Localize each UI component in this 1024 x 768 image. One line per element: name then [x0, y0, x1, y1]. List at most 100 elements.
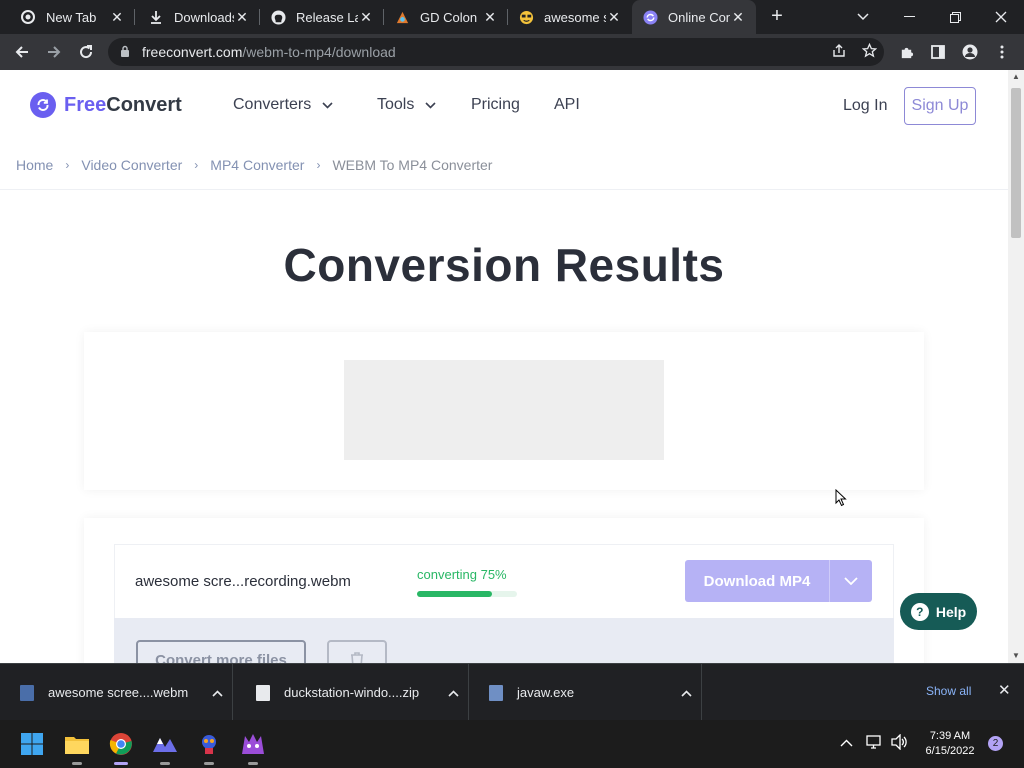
chevron-down-icon	[322, 102, 333, 109]
download-mp4-button[interactable]: Download MP4	[685, 560, 829, 602]
share-icon[interactable]	[824, 43, 854, 61]
restore-button[interactable]	[932, 0, 978, 34]
profile-icon[interactable]	[958, 40, 982, 64]
close-icon[interactable]: ✕	[234, 9, 250, 25]
tab-search-icon[interactable]	[840, 0, 886, 34]
show-hidden-icons-chevron-icon[interactable]	[840, 735, 853, 750]
freeconvert-icon	[642, 9, 658, 25]
page-title: Conversion Results	[283, 239, 725, 291]
file-explorer-icon[interactable]	[63, 730, 91, 765]
tab-online-convert[interactable]: Online Con ✕	[632, 0, 756, 34]
close-icon[interactable]: ✕	[998, 681, 1011, 699]
scroll-down-icon[interactable]: ▼	[1008, 649, 1024, 663]
url-path: /webm-to-mp4/download	[242, 44, 396, 60]
tab-release[interactable]: Release Lat ✕	[260, 0, 384, 34]
results-card: awesome scre...recording.webm converting…	[84, 518, 924, 663]
menu-kebab-icon[interactable]	[990, 40, 1014, 64]
file-row: awesome scre...recording.webm converting…	[114, 544, 894, 618]
close-icon[interactable]: ✕	[109, 9, 125, 25]
file-name: awesome scre...recording.webm	[135, 573, 351, 590]
trash-icon[interactable]	[327, 640, 387, 663]
new-tab-button[interactable]: +	[766, 5, 788, 27]
windows-taskbar: 7:39 AM 6/15/2022 2	[0, 720, 1024, 768]
chrome-icon	[20, 9, 36, 25]
tab-label: Online Con	[668, 9, 730, 25]
nav-tools[interactable]: Tools	[377, 96, 436, 114]
forward-arrow-icon[interactable]	[42, 40, 66, 64]
gd-colon-icon	[394, 9, 410, 25]
nav-api[interactable]: API	[554, 96, 580, 114]
help-button[interactable]: ? Help	[900, 593, 977, 630]
network-icon[interactable]	[866, 734, 884, 753]
download-item[interactable]: duckstation-windo....zip	[236, 664, 469, 721]
site-header: FreeConvert Converters Tools Pricing API…	[0, 70, 1008, 140]
chevron-down-icon[interactable]	[829, 560, 872, 602]
windows-start-icon[interactable]	[18, 730, 46, 758]
close-window-button[interactable]	[978, 0, 1024, 34]
chevron-right-icon: ›	[316, 157, 321, 172]
chevron-up-icon[interactable]	[202, 686, 232, 700]
zip-file-icon	[256, 684, 270, 701]
breadcrumb-video-converter[interactable]: Video Converter	[81, 157, 182, 173]
convert-more-button[interactable]: Convert more files	[136, 640, 306, 663]
tab-label: New Tab	[46, 9, 97, 25]
github-icon	[270, 9, 286, 25]
address-bar[interactable]: freeconvert.com/webm-to-mp4/download	[108, 38, 884, 66]
browser-toolbar: freeconvert.com/webm-to-mp4/download	[0, 34, 1024, 70]
tab-label: awesome s	[544, 9, 606, 25]
scroll-up-icon[interactable]: ▲	[1008, 70, 1024, 84]
tab-label: Release Lat	[296, 9, 358, 25]
clock-time: 7:39 AM	[929, 730, 971, 742]
download-item[interactable]: awesome scree....webm	[0, 664, 233, 721]
logo-icon	[30, 92, 56, 118]
logo-text-convert: Convert	[106, 93, 182, 116]
back-arrow-icon[interactable]	[10, 40, 34, 64]
notification-badge[interactable]: 2	[988, 736, 1003, 751]
download-group: Download MP4	[685, 560, 873, 604]
reload-icon[interactable]	[74, 40, 98, 64]
extensions-puzzle-icon[interactable]	[894, 40, 918, 64]
login-link[interactable]: Log In	[843, 97, 887, 115]
close-icon[interactable]: ✕	[730, 9, 746, 25]
lock-icon	[120, 45, 132, 60]
emoji-icon	[518, 9, 534, 25]
nav-converters[interactable]: Converters	[233, 96, 333, 114]
show-all-link[interactable]: Show all	[926, 684, 971, 698]
tab-new-tab[interactable]: New Tab ✕	[0, 0, 135, 34]
freeconvert-logo[interactable]: FreeConvert	[30, 92, 182, 118]
exe-file-icon	[489, 684, 503, 701]
app-icon-monster[interactable]	[239, 730, 267, 765]
scrollbar-thumb[interactable]	[1011, 88, 1021, 238]
signup-button[interactable]: Sign Up	[904, 87, 976, 125]
chevron-right-icon: ›	[194, 157, 199, 172]
ad-card	[84, 332, 924, 490]
app-icon-creature[interactable]	[195, 730, 223, 765]
tab-gd-colon[interactable]: GD Colon ✕	[384, 0, 508, 34]
chevron-up-icon[interactable]	[671, 686, 701, 700]
nav-pricing[interactable]: Pricing	[471, 96, 520, 114]
question-icon: ?	[910, 602, 929, 621]
chevron-right-icon: ›	[65, 157, 70, 172]
side-panel-icon[interactable]	[926, 40, 950, 64]
downloads-shelf: awesome scree....webm duckstation-windo.…	[0, 663, 1024, 721]
system-clock[interactable]: 7:39 AM 6/15/2022	[922, 729, 978, 759]
page-scrollbar[interactable]: ▲ ▼	[1008, 70, 1024, 663]
download-item[interactable]: javaw.exe	[469, 664, 702, 721]
volume-icon[interactable]	[891, 733, 909, 753]
minimize-button[interactable]	[886, 0, 932, 34]
breadcrumb-mp4-converter[interactable]: MP4 Converter	[210, 157, 304, 173]
chevron-up-icon[interactable]	[438, 686, 468, 700]
app-icon-mountains[interactable]	[151, 730, 179, 765]
tab-downloads[interactable]: Downloads ✕	[135, 0, 260, 34]
ad-placeholder	[344, 360, 664, 460]
breadcrumb-home[interactable]: Home	[16, 157, 53, 173]
close-icon[interactable]: ✕	[358, 9, 374, 25]
close-icon[interactable]: ✕	[482, 9, 498, 25]
progress-fill	[417, 591, 492, 597]
bookmark-star-icon[interactable]	[854, 42, 884, 61]
tab-awesome[interactable]: awesome s ✕	[508, 0, 632, 34]
breadcrumb: Home › Video Converter › MP4 Converter ›…	[0, 140, 1008, 190]
progress-bar	[417, 591, 517, 597]
close-icon[interactable]: ✕	[606, 9, 622, 25]
chrome-icon[interactable]	[107, 730, 135, 765]
